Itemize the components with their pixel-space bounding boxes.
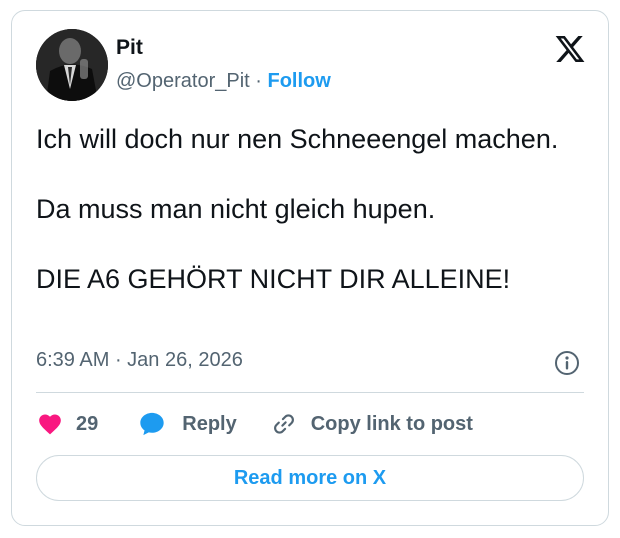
follow-button[interactable]: Follow — [267, 70, 330, 92]
author-line: @Operator_Pit · Follow — [116, 70, 331, 93]
post-time: 6:39 AM — [36, 349, 110, 371]
copy-link-button[interactable]: Copy link to post — [271, 411, 473, 437]
reply-button[interactable]: Reply — [138, 410, 237, 438]
author-name[interactable]: Pit — [116, 36, 143, 60]
info-icon[interactable] — [554, 350, 580, 376]
speech-bubble-icon — [140, 412, 164, 436]
x-logo-icon[interactable] — [554, 33, 586, 65]
reply-label: Reply — [182, 412, 237, 435]
post-paragraph: Ich will doch nur nen Schneeengel machen… — [36, 124, 559, 154]
divider — [36, 392, 584, 393]
post-paragraph: DIE A6 GEHÖRT NICHT DIR ALLEINE! — [36, 264, 511, 294]
post-paragraph: Da muss man nicht gleich hupen. — [36, 194, 436, 224]
post-text: Ich will doch nur nen Schneeengel machen… — [36, 122, 576, 297]
avatar[interactable] — [36, 29, 108, 101]
copy-link-label: Copy link to post — [310, 412, 473, 435]
handle-separator: · — [249, 70, 268, 92]
like-button[interactable]: 29 — [36, 411, 98, 437]
post-date: Jan 26, 2026 — [127, 349, 243, 371]
author-handle[interactable]: @Operator_Pit — [116, 70, 250, 92]
like-count: 29 — [76, 412, 99, 435]
post-timestamp[interactable]: 6:39 AM · Jan 26, 2026 — [36, 349, 243, 372]
action-bar: 29 Reply Copy link to post — [36, 409, 473, 439]
embedded-post-card: Pit @Operator_Pit · Follow Ich will doch… — [11, 10, 609, 526]
heart-icon — [39, 414, 61, 435]
meta-separator: · — [109, 349, 128, 371]
link-icon — [273, 414, 294, 434]
read-more-button[interactable]: Read more on X — [36, 455, 584, 501]
